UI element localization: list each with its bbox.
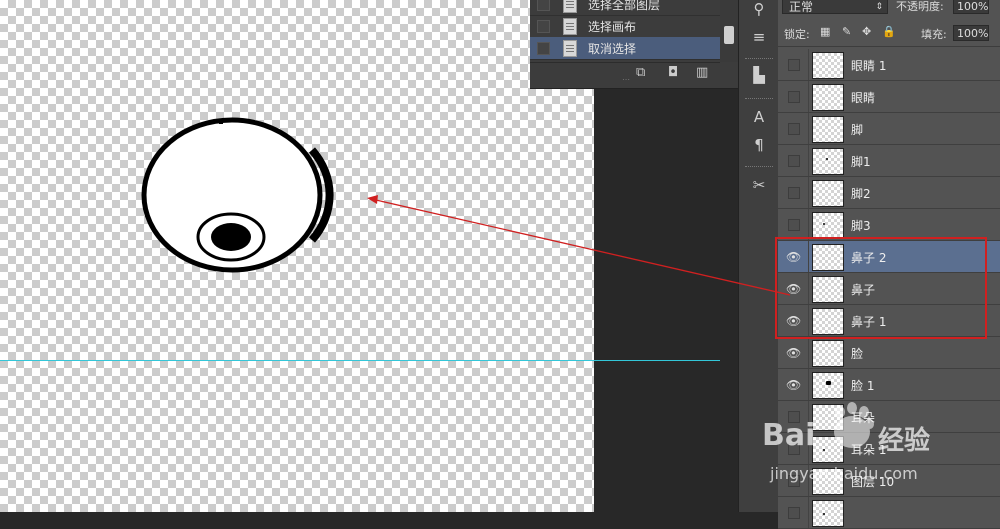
thumbnail-mark	[823, 513, 825, 515]
annotation-arrow	[367, 195, 791, 296]
